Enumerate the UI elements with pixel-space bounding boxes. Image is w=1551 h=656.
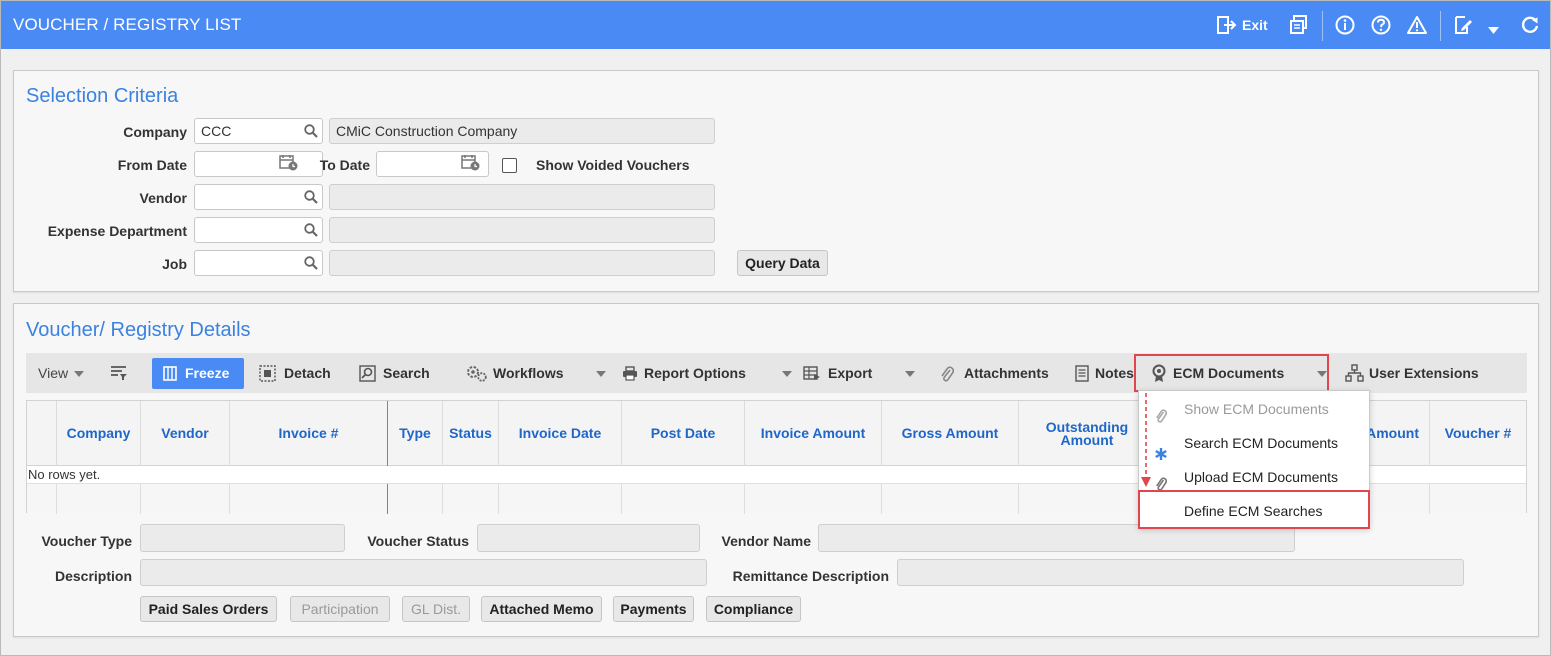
gl-dist-button[interactable]: GL Dist. (402, 596, 470, 622)
section-title: Voucher/ Registry Details (26, 319, 251, 341)
toolbar-divider (1440, 11, 1441, 41)
filter-columns-icon[interactable] (110, 353, 128, 393)
column-header[interactable]: Vendor (140, 401, 229, 466)
exit-button[interactable]: Exit (1242, 17, 1268, 33)
title-bar: VOUCHER / REGISTRY LIST Exit (1, 1, 1550, 49)
to-date-label: To Date (319, 157, 370, 173)
annotation-arrow (1141, 393, 1151, 487)
voucher-type-label: Voucher Type (41, 533, 132, 549)
search-icon[interactable] (304, 124, 318, 141)
voucher-type-field (140, 524, 345, 552)
section-title: Selection Criteria (26, 85, 179, 107)
show-voided-label: Show Voided Vouchers (536, 157, 690, 173)
vendor-name-label: Vendor Name (721, 533, 811, 549)
description-field (140, 559, 707, 586)
chevron-down-icon (905, 371, 915, 377)
column-header[interactable]: Post Date (621, 401, 744, 466)
attached-memo-button[interactable]: Attached Memo (481, 596, 602, 622)
company-label: Company (123, 124, 187, 140)
company-name-field: CMiC Construction Company (329, 118, 715, 144)
menu-item-search-ecm-documents[interactable]: Search ECM Documents (1139, 426, 1369, 460)
job-label: Job (162, 256, 187, 272)
from-date-field[interactable] (194, 151, 323, 177)
column-header[interactable]: Invoice Date (498, 401, 621, 466)
description-label: Description (54, 568, 132, 584)
selection-criteria-panel: Selection Criteria Company CCC CMiC Cons… (13, 70, 1539, 292)
vendor-name-display (329, 184, 715, 210)
page-title: VOUCHER / REGISTRY LIST (13, 15, 242, 34)
from-date-label: From Date (117, 157, 187, 173)
column-header[interactable]: Status (442, 401, 498, 466)
search-icon[interactable] (304, 256, 318, 273)
job-name-display (329, 250, 715, 276)
column-header[interactable]: Company (56, 401, 140, 466)
participation-button[interactable]: Participation (290, 596, 390, 622)
ecm-documents-highlight (1134, 354, 1329, 392)
empty-grid-message: No rows yet. (28, 467, 101, 482)
paid-sales-orders-button[interactable]: Paid Sales Orders (140, 596, 277, 622)
info-icon[interactable] (1335, 15, 1355, 38)
compliance-button[interactable]: Compliance (706, 596, 801, 622)
column-header[interactable]: Invoice Amount (744, 401, 881, 466)
column-header[interactable]: Invoice # (229, 401, 387, 466)
query-data-button[interactable]: Query Data (737, 250, 828, 276)
toolbar-divider (1322, 11, 1323, 41)
voucher-status-label: Voucher Status (367, 533, 469, 549)
vendor-label: Vendor (139, 190, 187, 206)
chevron-down-icon (74, 371, 84, 377)
row-selector-header (27, 401, 56, 466)
remittance-description-label: Remittance Description (732, 568, 889, 584)
edit-icon[interactable] (1453, 15, 1473, 38)
exit-icon[interactable] (1217, 16, 1237, 37)
search-icon[interactable] (304, 223, 318, 240)
print-icon[interactable] (1290, 15, 1308, 38)
menu-item-show-ecm-documents[interactable]: Show ECM Documents (1139, 392, 1369, 426)
warning-icon[interactable] (1406, 15, 1428, 38)
expense-department-label: Expense Department (47, 223, 187, 239)
column-header[interactable]: Voucher # (1429, 401, 1526, 466)
calendar-icon[interactable] (461, 154, 481, 175)
calendar-icon[interactable] (279, 154, 299, 175)
freeze-button[interactable]: Freeze (152, 358, 244, 389)
column-header[interactable]: Type (387, 401, 442, 466)
chevron-down-icon[interactable] (1488, 22, 1499, 37)
remittance-description-field (897, 559, 1464, 586)
column-header[interactable]: Gross Amount (881, 401, 1018, 466)
menu-item-upload-ecm-documents[interactable]: Upload ECM Documents (1139, 460, 1369, 494)
help-icon[interactable] (1371, 15, 1391, 38)
show-voided-checkbox[interactable] (502, 158, 517, 173)
chevron-down-icon (782, 371, 792, 377)
voucher-status-field (477, 524, 700, 552)
search-icon[interactable] (304, 190, 318, 207)
refresh-icon[interactable] (1520, 15, 1540, 38)
column-header[interactable]: Outstanding Amount (1018, 401, 1155, 466)
payments-button[interactable]: Payments (613, 596, 694, 622)
define-ecm-searches-highlight (1138, 490, 1370, 529)
chevron-down-icon (596, 371, 606, 377)
expense-department-name-display (329, 217, 715, 243)
